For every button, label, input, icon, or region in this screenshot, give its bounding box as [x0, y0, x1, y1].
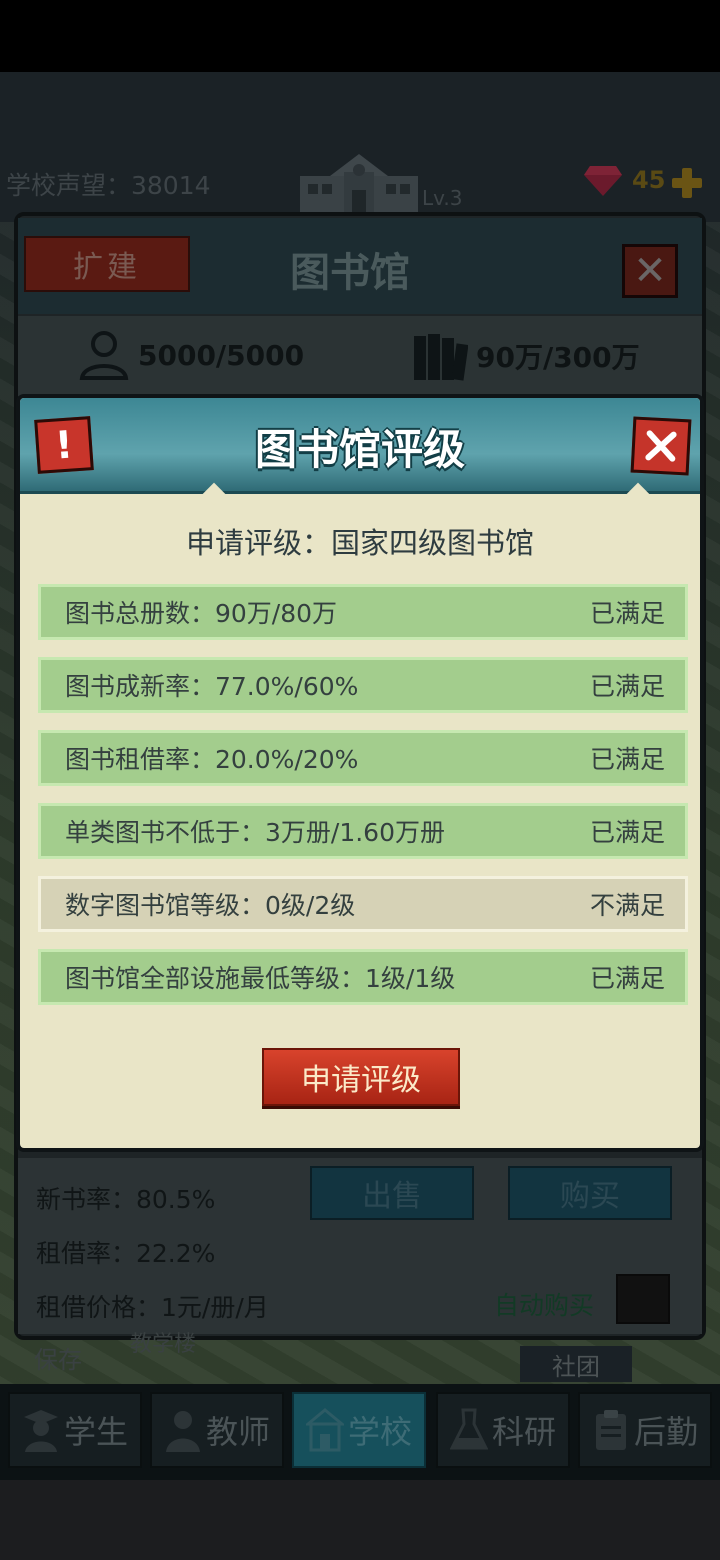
requirement-status: 已满足 — [589, 818, 665, 847]
requirement-status: 已满足 — [589, 672, 665, 701]
nav-teacher[interactable]: 教师 — [150, 1392, 284, 1468]
books-value: 90万/300万 — [476, 341, 640, 374]
requirement-label: 图书租借率：20.0%/20% — [65, 745, 359, 774]
borrow-price: 租借价格：1元/册/月 — [36, 1293, 269, 1322]
library-rating-dialog: ! 图书馆评级 申请评级：国家四级图书馆 图书总册数：90万/80万 已满足 图… — [16, 394, 704, 1152]
buy-button[interactable]: 购买 — [508, 1166, 672, 1220]
books-stat: 90万/300万 — [412, 330, 640, 382]
nav-research-label: 科研 — [491, 1413, 556, 1451]
requirement-row: 单类图书不低于：3万册/1.60万册 已满足 — [38, 803, 688, 859]
flask-icon — [449, 1408, 488, 1450]
nav-school[interactable]: 学校 — [292, 1392, 426, 1468]
requirement-status: 已满足 — [589, 964, 665, 993]
borrow-rate: 租借率：22.2% — [36, 1239, 216, 1268]
nav-student[interactable]: 学生 — [8, 1392, 142, 1468]
save-label[interactable]: 保存 — [34, 1340, 82, 1375]
nav-logistics-label: 后勤 — [633, 1413, 698, 1451]
school-building-icon[interactable] — [300, 150, 418, 212]
nav-student-label: 学生 — [63, 1413, 128, 1451]
gem-count: 45 — [632, 166, 666, 194]
requirement-status: 已满足 — [589, 599, 665, 628]
close-icon: ✕ — [633, 248, 667, 294]
expand-button[interactable]: 扩建 — [24, 236, 190, 292]
requirement-label: 单类图书不低于：3万册/1.60万册 — [65, 818, 445, 847]
requirement-row: 图书租借率：20.0%/20% 已满足 — [38, 730, 688, 786]
nav-teacher-label: 教师 — [205, 1413, 270, 1451]
requirement-label: 图书馆全部设施最低等级：1级/1级 — [65, 964, 456, 993]
library-panel-title: 图书馆 — [290, 250, 410, 296]
gem-icon — [584, 166, 622, 196]
teacher-icon — [165, 1411, 200, 1452]
clipboard-icon — [595, 1410, 626, 1450]
nav-logistics[interactable]: 后勤 — [578, 1392, 712, 1468]
map-club-label[interactable]: 社团 — [520, 1346, 632, 1382]
sell-button[interactable]: 出售 — [310, 1166, 474, 1220]
person-icon — [79, 331, 129, 380]
dialog-title: 图书馆评级 — [254, 425, 465, 474]
status-bar — [0, 0, 720, 72]
books-icon — [414, 334, 468, 381]
apply-target: 申请评级：国家四级图书馆 — [185, 526, 534, 560]
requirement-label: 数字图书馆等级：0级/2级 — [65, 891, 356, 920]
add-gems-icon[interactable] — [670, 166, 704, 200]
requirement-status: 已满足 — [589, 745, 665, 774]
capacity-value: 5000/5000 — [138, 338, 305, 372]
library-close-button[interactable]: ✕ — [622, 244, 678, 298]
requirement-status: 不满足 — [589, 891, 665, 920]
requirement-row: 图书成新率：77.0%/60% 已满足 — [38, 657, 688, 713]
dialog-close-button[interactable] — [630, 416, 692, 476]
student-icon — [23, 1410, 58, 1452]
requirement-label: 图书成新率：77.0%/60% — [65, 672, 359, 701]
school-level: Lv.3 — [422, 186, 463, 210]
requirement-row: 图书馆全部设施最低等级：1级/1级 已满足 — [38, 949, 688, 1005]
requirement-row-unmet: 数字图书馆等级：0级/2级 不满足 — [38, 876, 688, 932]
map-building-label: 教学楼 — [130, 1332, 197, 1357]
new-book-rate: 新书率：80.5% — [36, 1185, 216, 1214]
nav-school-label: 学校 — [347, 1413, 412, 1451]
school-reputation: 学校声望：38014 — [6, 171, 211, 200]
school-icon — [305, 1408, 344, 1452]
requirement-row: 图书总册数：90万/80万 已满足 — [38, 584, 688, 640]
capacity-stat: 5000/5000 — [78, 330, 304, 380]
system-navigation-bar — [0, 1480, 720, 1560]
close-icon — [645, 430, 677, 462]
apply-rating-button[interactable]: 申请评级 — [262, 1048, 460, 1106]
auto-buy-label: 自动购买 — [494, 1291, 595, 1320]
auto-buy-checkbox[interactable] — [616, 1274, 670, 1324]
nav-research[interactable]: 科研 — [436, 1392, 570, 1468]
requirement-label: 图书总册数：90万/80万 — [65, 599, 338, 628]
